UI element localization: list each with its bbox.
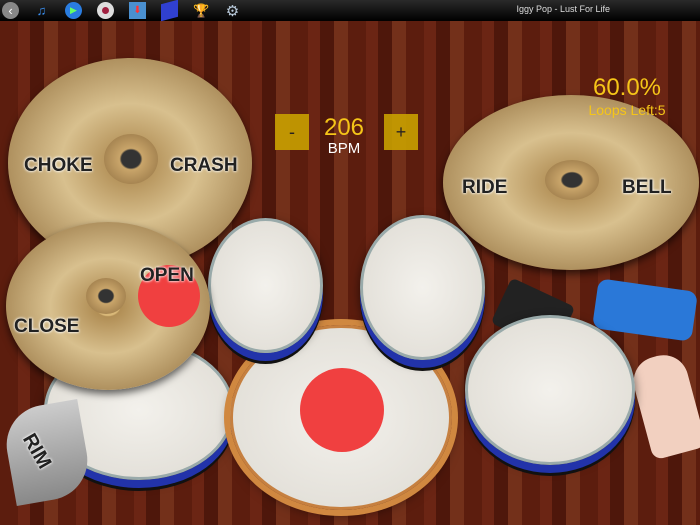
play-icon[interactable]: ▶: [65, 2, 82, 19]
hihat-bell: [86, 278, 126, 314]
toolbar: ‹ ♫ ▶ ⬇ 🏆 ⚙ Iggy Pop - Lust For Life: [0, 0, 700, 22]
progress-percent: 60.0%: [592, 74, 662, 101]
loops-left: Loops Left:5: [588, 102, 666, 118]
tom-1[interactable]: [208, 218, 323, 353]
crash-bell: [104, 134, 158, 184]
tom-2[interactable]: [360, 215, 485, 360]
ride-bell: [545, 160, 599, 200]
record-icon[interactable]: [97, 2, 114, 19]
bass-hit-indicator: [300, 368, 384, 452]
open-label: OPEN: [140, 265, 194, 286]
back-icon[interactable]: ‹: [2, 2, 19, 19]
woodblock[interactable]: [592, 278, 698, 342]
crash-label: CRASH: [170, 155, 238, 176]
song-title: Iggy Pop - Lust For Life: [516, 4, 610, 14]
music-icon[interactable]: ♫: [33, 2, 50, 19]
floor-tom[interactable]: [465, 315, 635, 465]
clap-hands-icon[interactable]: [627, 349, 700, 461]
trophy-icon[interactable]: 🏆: [193, 2, 210, 19]
close-label: CLOSE: [14, 316, 80, 337]
bpm-label: BPM: [327, 140, 361, 157]
ride-label: RIDE: [462, 177, 508, 198]
bpm-increase-button[interactable]: +: [384, 114, 418, 150]
choke-label: CHOKE: [24, 155, 93, 176]
book-icon[interactable]: [161, 0, 178, 22]
bpm-value: 206: [323, 114, 365, 141]
bell-label: BELL: [622, 177, 672, 198]
settings-icon[interactable]: ⚙: [224, 2, 241, 20]
import-icon[interactable]: ⬇: [129, 2, 146, 19]
bpm-decrease-button[interactable]: -: [275, 114, 309, 150]
